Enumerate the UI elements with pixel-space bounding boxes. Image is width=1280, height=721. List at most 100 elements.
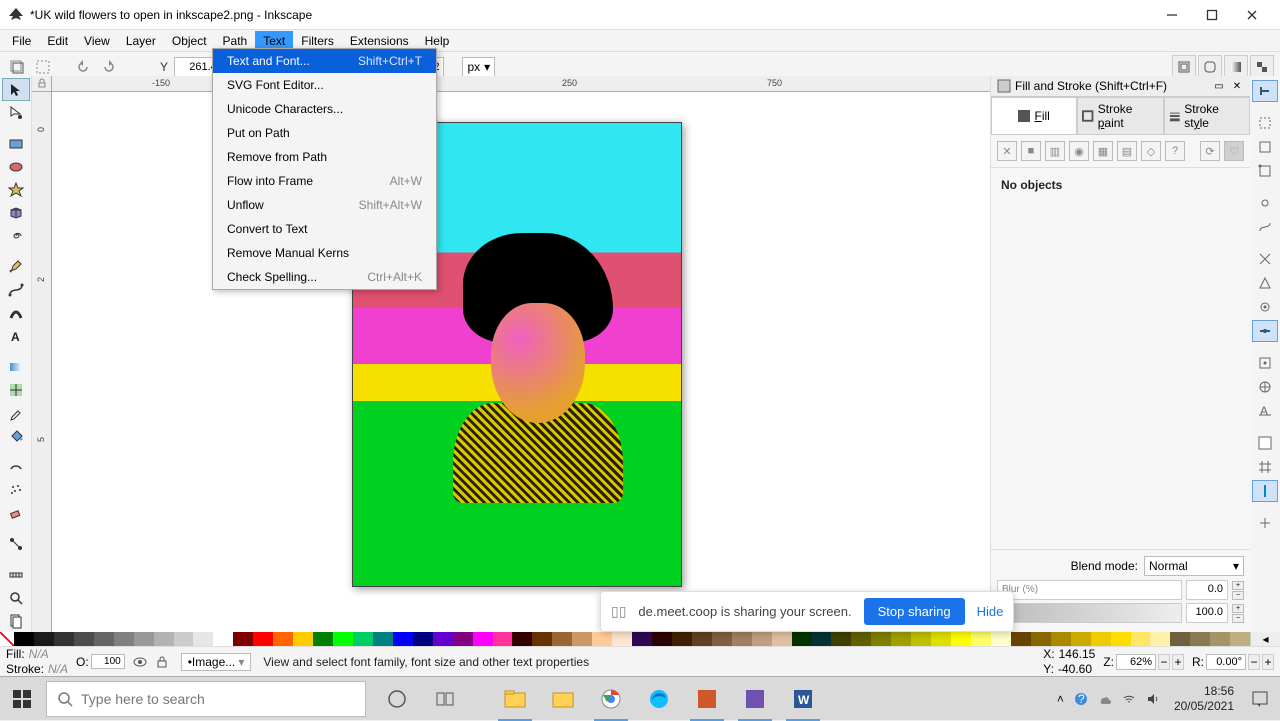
- tool-connector[interactable]: [2, 532, 30, 555]
- color-swatch[interactable]: [313, 632, 333, 646]
- paint-unset[interactable]: ♡: [1224, 141, 1244, 161]
- taskbar-explorer2[interactable]: [540, 677, 586, 721]
- tray-chevron-icon[interactable]: ˄: [1057, 692, 1064, 706]
- taskbar-word[interactable]: W: [780, 677, 826, 721]
- tool-ellipse[interactable]: [2, 155, 30, 178]
- color-swatch[interactable]: [772, 632, 792, 646]
- color-swatch[interactable]: [433, 632, 453, 646]
- menu-file[interactable]: File: [4, 31, 39, 51]
- tool-node[interactable]: [2, 101, 30, 124]
- tab-stroke-paint[interactable]: Stroke paint: [1077, 97, 1163, 134]
- color-swatch[interactable]: [812, 632, 832, 646]
- color-swatch[interactable]: [891, 632, 911, 646]
- snap-guide-icon[interactable]: [1252, 480, 1278, 502]
- tray-wifi-icon[interactable]: [1122, 692, 1136, 706]
- color-swatch[interactable]: [831, 632, 851, 646]
- rotate-ccw-icon[interactable]: [72, 56, 94, 78]
- color-swatch[interactable]: [94, 632, 114, 646]
- tool-bucket[interactable]: [2, 424, 30, 447]
- panel-minimize-icon[interactable]: ▭: [1212, 79, 1226, 93]
- snap-midpoint-icon[interactable]: [1252, 320, 1278, 342]
- paint-unknown[interactable]: ?: [1165, 141, 1185, 161]
- color-swatch[interactable]: [1210, 632, 1230, 646]
- color-swatch[interactable]: [672, 632, 692, 646]
- opacity-value[interactable]: 100.0: [1186, 603, 1228, 623]
- color-swatch[interactable]: [1031, 632, 1051, 646]
- tray-help-icon[interactable]: ?: [1074, 692, 1088, 706]
- color-swatch[interactable]: [14, 632, 34, 646]
- tool-rectangle[interactable]: [2, 132, 30, 155]
- blend-mode-select[interactable]: Normal▾: [1144, 556, 1244, 576]
- tab-stroke-style[interactable]: Stroke style: [1164, 97, 1250, 134]
- affect-stroke-icon[interactable]: [1172, 55, 1196, 79]
- snap-intersection-icon[interactable]: [1252, 248, 1278, 270]
- menu-put-on-path[interactable]: Put on Path: [213, 121, 436, 145]
- snap-bbox-edge-icon[interactable]: [1252, 136, 1278, 158]
- menu-remove-kerns[interactable]: Remove Manual Kerns: [213, 241, 436, 265]
- tool-gradient[interactable]: [2, 355, 30, 378]
- color-swatch[interactable]: [233, 632, 253, 646]
- opacity-stepper[interactable]: +−: [1232, 604, 1244, 623]
- color-swatch[interactable]: [1131, 632, 1151, 646]
- paint-linear[interactable]: ▥: [1045, 141, 1065, 161]
- color-swatch[interactable]: [752, 632, 772, 646]
- layer-lock-icon[interactable]: [155, 655, 169, 669]
- color-swatch[interactable]: [951, 632, 971, 646]
- color-swatch[interactable]: [871, 632, 891, 646]
- tool-measure[interactable]: [2, 563, 30, 586]
- blur-slider[interactable]: Blur (%): [997, 580, 1182, 600]
- rotation-control[interactable]: R: 0.00° − +: [1192, 654, 1274, 670]
- stop-sharing-button[interactable]: Stop sharing: [864, 598, 965, 625]
- color-swatch[interactable]: [413, 632, 433, 646]
- canvas[interactable]: [52, 92, 990, 632]
- blur-value[interactable]: 0.0: [1186, 580, 1228, 600]
- layer-visibility-icon[interactable]: [133, 655, 147, 669]
- palette-menu-icon[interactable]: ◂: [1250, 632, 1280, 646]
- color-swatch[interactable]: [1071, 632, 1091, 646]
- snap-object-center-icon[interactable]: [1252, 352, 1278, 374]
- color-swatch[interactable]: [971, 632, 991, 646]
- system-tray[interactable]: ˄ ?: [1049, 692, 1168, 706]
- tray-volume-icon[interactable]: [1146, 692, 1160, 706]
- paint-none[interactable]: ✕: [997, 141, 1017, 161]
- tool-3dbox[interactable]: [2, 201, 30, 224]
- taskbar-search[interactable]: Type here to search: [46, 681, 366, 717]
- taskbar-app2[interactable]: [732, 677, 778, 721]
- snap-node-icon[interactable]: [1252, 192, 1278, 214]
- color-swatch[interactable]: [692, 632, 712, 646]
- tool-spray[interactable]: [2, 478, 30, 501]
- color-swatch[interactable]: [1011, 632, 1031, 646]
- color-swatch[interactable]: [154, 632, 174, 646]
- opacity-slider[interactable]: [997, 603, 1182, 623]
- paint-mesh[interactable]: ▦: [1093, 141, 1113, 161]
- taskbar-clock[interactable]: 18:56 20/05/2021: [1168, 684, 1240, 713]
- taskbar-taskview[interactable]: [422, 677, 468, 721]
- color-swatch[interactable]: [134, 632, 154, 646]
- color-swatch[interactable]: [174, 632, 194, 646]
- notification-center-icon[interactable]: [1240, 677, 1280, 721]
- menu-remove-from-path[interactable]: Remove from Path: [213, 145, 436, 169]
- snap-bbox-icon[interactable]: [1252, 112, 1278, 134]
- color-swatch[interactable]: [34, 632, 54, 646]
- unit-select[interactable]: px▾: [462, 57, 495, 77]
- color-swatch[interactable]: [592, 632, 612, 646]
- paint-inherit[interactable]: ⟳: [1200, 141, 1220, 161]
- color-swatch[interactable]: [393, 632, 413, 646]
- color-swatch[interactable]: [572, 632, 592, 646]
- color-swatch[interactable]: [612, 632, 632, 646]
- snap-path-icon[interactable]: [1252, 216, 1278, 238]
- snap-cusp-icon[interactable]: [1252, 272, 1278, 294]
- snap-misc-icon[interactable]: [1252, 512, 1278, 534]
- color-swatch[interactable]: [1051, 632, 1071, 646]
- color-swatch[interactable]: [114, 632, 134, 646]
- paint-flat[interactable]: ■: [1021, 141, 1041, 161]
- tool-dropper[interactable]: [2, 401, 30, 424]
- menu-unflow[interactable]: UnflowShift+Alt+W: [213, 193, 436, 217]
- affect-corners-icon[interactable]: [1198, 55, 1222, 79]
- menu-check-spelling[interactable]: Check Spelling...Ctrl+Alt+K: [213, 265, 436, 289]
- zoom-control[interactable]: Z: 62% − +: [1103, 654, 1184, 670]
- rotate-dec-button[interactable]: −: [1248, 654, 1260, 670]
- maximize-button[interactable]: [1192, 1, 1232, 29]
- zoom-out-button[interactable]: −: [1158, 654, 1170, 670]
- color-swatch[interactable]: [632, 632, 652, 646]
